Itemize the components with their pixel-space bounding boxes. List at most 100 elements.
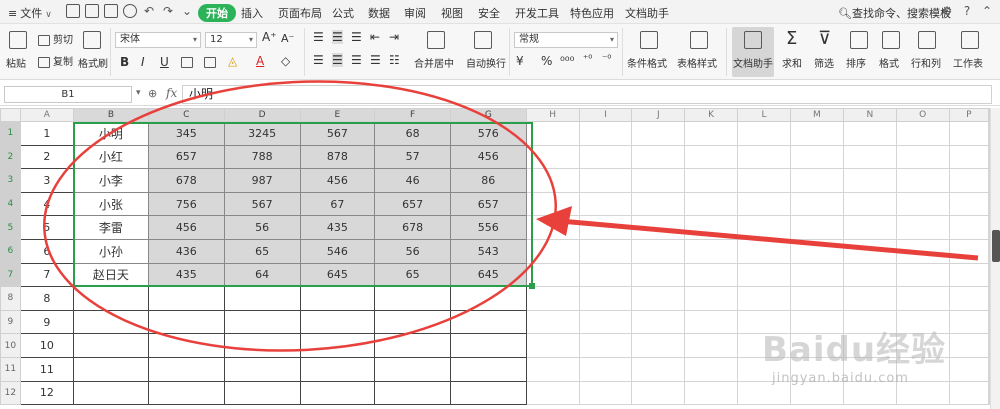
cell-k[interactable] [684,144,739,170]
cell-k[interactable] [684,262,739,288]
cell-e[interactable]: 67 [299,191,376,217]
cell-a[interactable]: 9 [19,309,74,335]
cell-f[interactable] [374,286,451,311]
column-header-j[interactable]: J [631,108,686,122]
cell-j[interactable] [631,238,686,264]
cell-a[interactable]: 7 [19,262,74,288]
cell-f[interactable]: 57 [374,144,451,170]
cell-k[interactable] [684,333,739,358]
row-header[interactable]: 4 [0,191,21,217]
cell-c[interactable]: 345 [147,121,225,146]
cell-j[interactable] [631,191,686,217]
cell-c[interactable] [147,356,225,382]
column-header-c[interactable]: C [147,108,225,122]
cell-d[interactable]: 65 [223,238,301,264]
column-header-l[interactable]: L [737,108,791,122]
cell-h[interactable] [525,309,580,335]
cell-g[interactable]: 543 [449,238,527,264]
cell-i[interactable] [578,168,633,193]
cell-p[interactable] [948,191,990,217]
cell-i[interactable] [578,215,633,240]
cell-m[interactable] [789,286,844,311]
distribute-icon[interactable]: ☷ [389,53,400,67]
cell-o[interactable] [895,262,950,288]
tab-page-layout[interactable]: 页面布局 [278,5,322,21]
row-header[interactable]: 8 [0,286,21,311]
chevron-up-icon[interactable]: ⌃ [980,4,994,18]
row-header[interactable]: 10 [0,333,21,358]
cell-m[interactable] [789,215,844,240]
cell-e[interactable]: 435 [299,215,376,240]
cell-b[interactable]: 小孙 [72,238,149,264]
cell-l[interactable] [737,121,791,146]
scrollbar-thumb[interactable] [992,230,1000,262]
font-size-select[interactable]: 12 ▾ [205,32,257,48]
fill-handle[interactable] [529,283,535,289]
cell-e[interactable]: 456 [299,168,376,193]
cell-c[interactable]: 436 [147,238,225,264]
cell-p[interactable] [948,144,990,170]
cell-h[interactable] [525,356,580,382]
format-icon[interactable] [882,31,900,49]
cell-m[interactable] [789,144,844,170]
cell-g[interactable] [449,380,527,406]
cell-c[interactable]: 435 [147,262,225,288]
cell-n[interactable] [842,238,897,264]
cell-g[interactable]: 556 [449,215,527,240]
cell-g[interactable]: 645 [449,262,527,288]
cell-b[interactable]: 李雷 [72,215,149,240]
indent-decrease-icon[interactable]: ⇤ [370,30,380,44]
cell-d[interactable]: 567 [223,191,301,217]
cell-l[interactable] [737,144,791,170]
cell-d[interactable] [223,380,301,406]
settings-icon[interactable]: ⚙ [940,4,954,18]
cell-n[interactable] [842,121,897,146]
bold-button[interactable]: B [120,55,129,69]
percent-icon[interactable]: % [541,54,552,68]
conditional-format-icon[interactable] [640,31,658,49]
cell-j[interactable] [631,356,686,382]
align-middle-icon[interactable]: ☰ [332,30,343,44]
align-top-icon[interactable]: ☰ [313,30,324,44]
cell-e[interactable] [299,309,376,335]
cell-g[interactable]: 657 [449,191,527,217]
thousands-icon[interactable]: ⁰⁰⁰ [560,54,574,68]
cell-b[interactable] [72,309,149,335]
copy-button[interactable]: 复制 [38,53,73,68]
column-header-a[interactable]: A [19,108,74,122]
command-search[interactable]: 🔍︎查找命令、搜索模板 [838,5,951,21]
cell-j[interactable] [631,144,686,170]
cell-e[interactable]: 546 [299,238,376,264]
cell-f[interactable]: 68 [374,121,451,146]
cell-m[interactable] [789,191,844,217]
cell-h[interactable] [525,191,580,217]
justify-icon[interactable]: ☰ [370,53,381,67]
cell-b[interactable]: 赵日天 [72,262,149,288]
align-left-icon[interactable]: ☰ [313,53,324,67]
cell-k[interactable] [684,309,739,335]
column-header-k[interactable]: K [684,108,739,122]
increase-font-icon[interactable]: A⁺ [262,30,277,44]
row-header[interactable]: 9 [0,309,21,335]
cell-g[interactable]: 86 [449,168,527,193]
name-box[interactable]: B1 [4,86,132,103]
worksheet-icon[interactable] [961,31,979,49]
cell-f[interactable]: 46 [374,168,451,193]
cell-d[interactable]: 987 [223,168,301,193]
paste-icon[interactable] [9,31,27,49]
formula-input[interactable]: 小明 [182,85,992,104]
cell-h[interactable] [525,286,580,311]
preview-icon[interactable] [123,4,137,18]
cell-p[interactable] [948,262,990,288]
cell-k[interactable] [684,215,739,240]
fill-color-icon[interactable]: ◬ [228,54,237,68]
select-all-corner[interactable] [0,108,21,122]
cell-c[interactable]: 678 [147,168,225,193]
column-header-m[interactable]: M [789,108,844,122]
cell-c[interactable] [147,380,225,406]
tab-developer[interactable]: 开发工具 [515,5,559,21]
cell-o[interactable] [895,144,950,170]
cell-a[interactable]: 6 [19,238,74,264]
align-center-icon[interactable]: ☰ [332,53,343,67]
cell-h[interactable] [525,168,580,193]
